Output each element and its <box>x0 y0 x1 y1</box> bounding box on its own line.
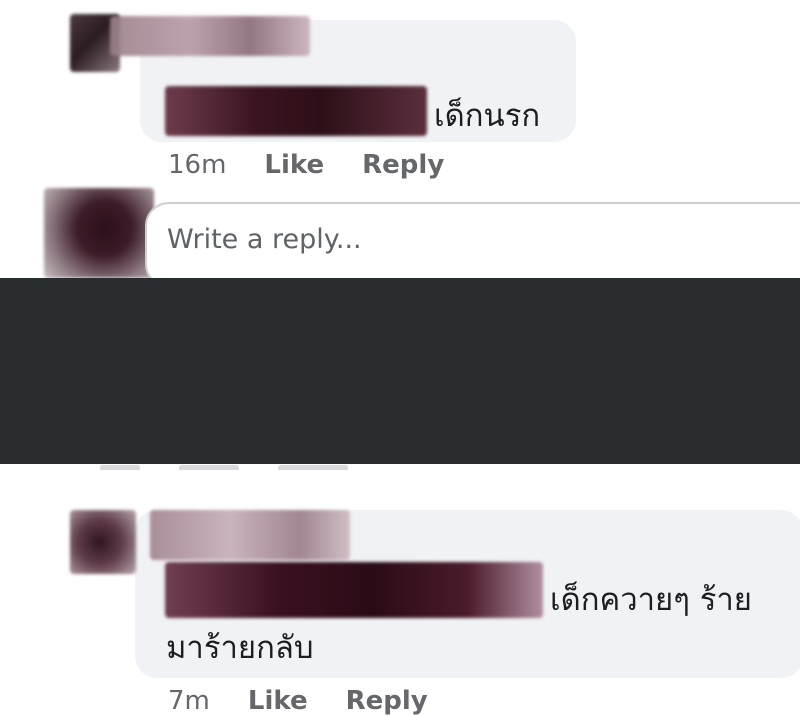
reply-placeholder: Write a reply... <box>167 224 362 255</box>
redacted-text <box>165 86 427 136</box>
comment-text: เด็กนรก <box>434 98 541 134</box>
like-button[interactable]: Like <box>264 150 324 180</box>
reply-button[interactable]: Reply <box>362 150 444 180</box>
reply-input[interactable]: Write a reply... <box>145 202 800 288</box>
comment-timestamp[interactable]: 7m <box>168 686 210 716</box>
obscured-actions <box>100 452 360 470</box>
avatar[interactable] <box>70 510 136 574</box>
redacted-text <box>165 562 543 618</box>
comment-timestamp[interactable]: 16m <box>168 150 226 180</box>
redacted-author-name <box>110 16 310 56</box>
comment-text-line-2: มาร้ายกลับ <box>166 630 314 666</box>
redacted-author-name <box>150 510 350 560</box>
comment-text-line-1: เด็กควายๆ ร้าย <box>550 582 752 618</box>
reply-button[interactable]: Reply <box>346 686 428 716</box>
comment-actions: 7m Like Reply <box>168 686 428 716</box>
like-button[interactable]: Like <box>248 686 308 716</box>
current-user-avatar <box>44 188 154 278</box>
comment-actions: 16m Like Reply <box>168 150 444 180</box>
redaction-overlay <box>0 278 800 464</box>
